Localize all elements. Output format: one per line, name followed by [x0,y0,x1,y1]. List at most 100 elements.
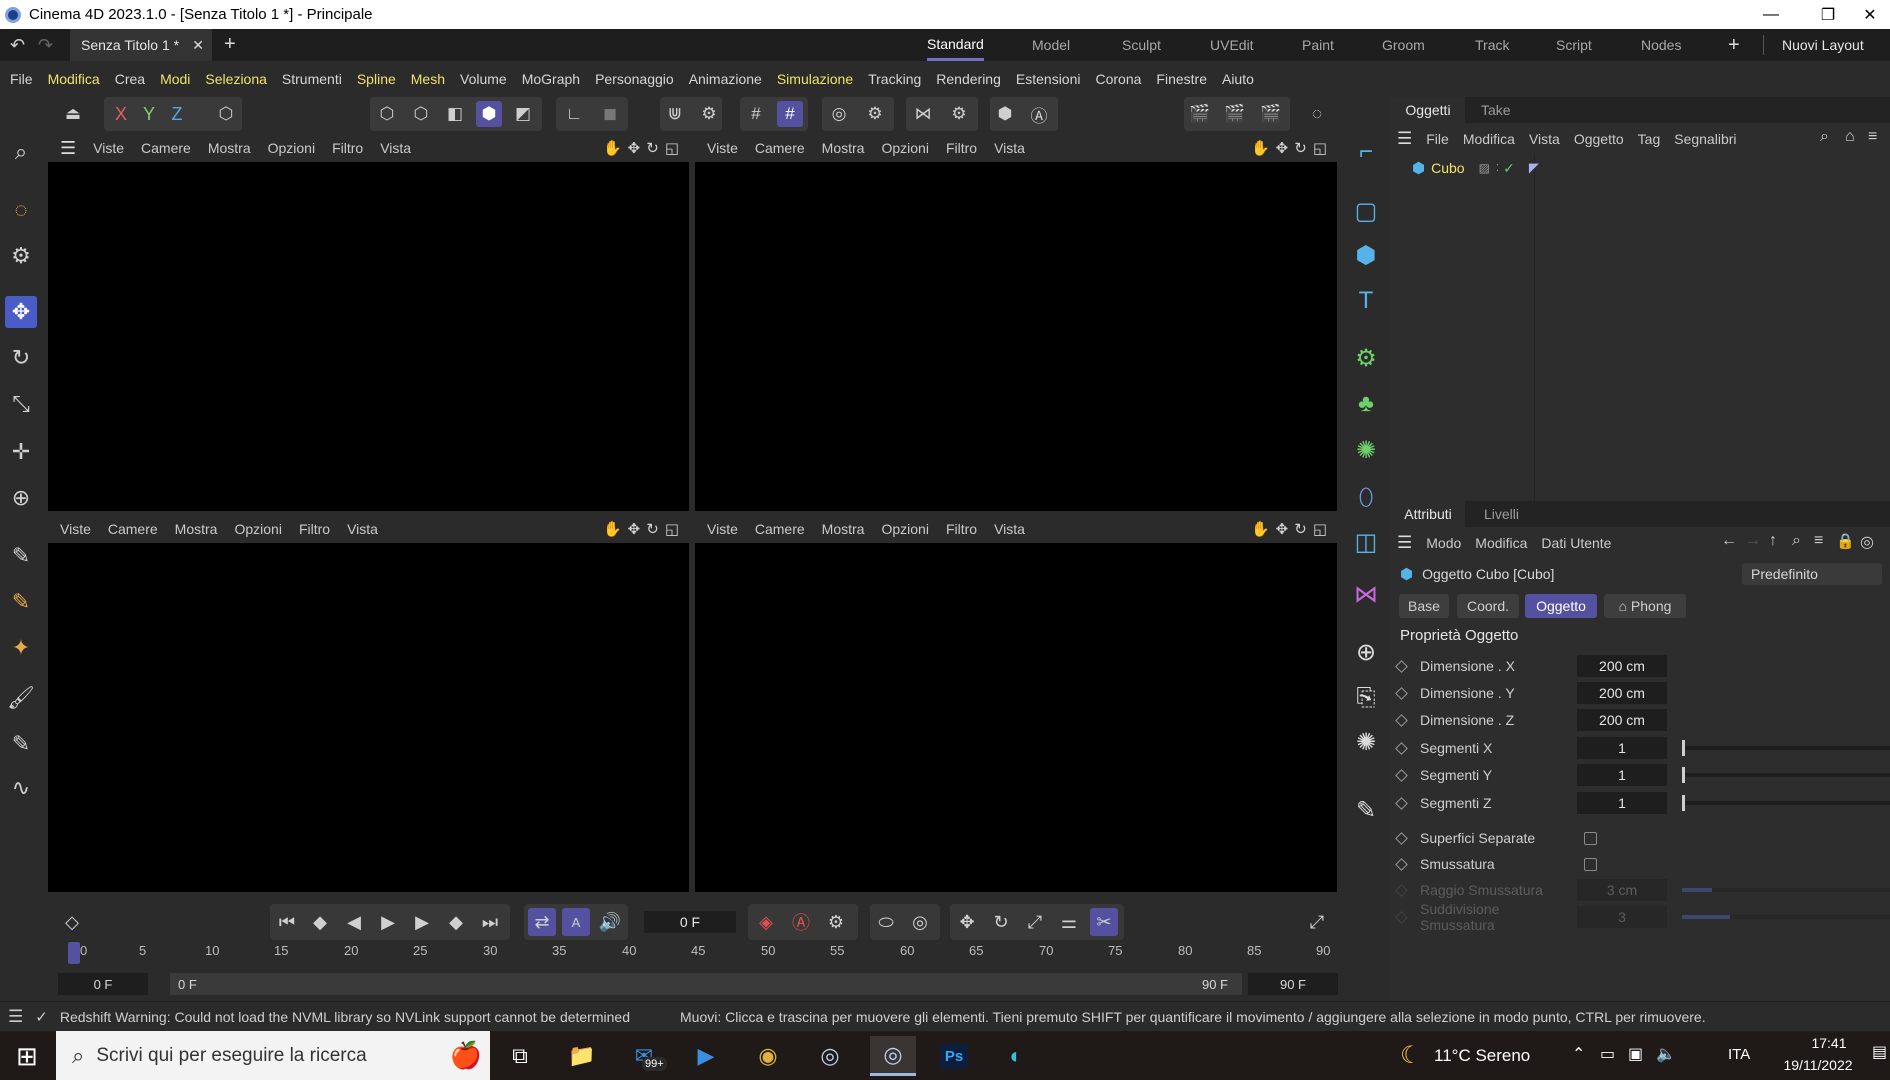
viewport-menu-filtro[interactable]: Filtro [946,140,977,156]
objects-menu-segnalibri[interactable]: Segnalibri [1674,131,1736,147]
segments-x-slider[interactable] [1682,740,1890,756]
keyframe-diamond-icon[interactable] [1395,857,1408,871]
autokey-record-icon[interactable]: Ⓐ [787,908,815,936]
preset-dropdown[interactable]: Predefinito [1742,563,1882,585]
slider-thumb[interactable] [1682,795,1685,811]
menu-personaggio[interactable]: Personaggio [595,71,674,87]
snap-icon[interactable]: # [777,101,803,127]
knife-tool-icon[interactable]: ✎ [5,728,37,760]
segments-z-slider[interactable] [1682,795,1890,811]
polygon-pen-icon[interactable]: ✦ [5,632,37,664]
dimension-x-field[interactable]: 200 cm [1577,655,1667,677]
keyframe-diamond-icon[interactable] [1395,686,1408,700]
effector-icon[interactable]: ✺ [1350,434,1382,466]
move-view-icon[interactable]: ✥ [628,139,641,157]
keyframe-diamond-icon[interactable] [1395,796,1408,810]
viewport-menu-mostra[interactable]: Mostra [822,521,865,537]
segments-y-slider[interactable] [1682,767,1890,783]
attributes-filter-icon[interactable]: ≡ [1814,532,1823,550]
spline-rectangle-icon[interactable]: ▢ [1350,195,1382,227]
generator-icon[interactable]: ⚙ [1350,342,1382,374]
layout-tab-model[interactable]: Model [1032,29,1070,61]
menu-corona[interactable]: Corona [1095,71,1141,87]
viewport-hamburger-icon[interactable]: ☰ [60,138,76,159]
objects-menu-vista[interactable]: Vista [1529,131,1560,147]
layout-tab-groom[interactable]: Groom [1382,29,1425,61]
camera-icon[interactable]: ⎘ [1350,682,1382,714]
viewport-menu-opzioni[interactable]: Opzioni [234,521,281,537]
rotate-tool-icon[interactable]: ↻ [5,342,37,374]
symmetry-settings-icon[interactable]: ⚙ [862,101,888,127]
previous-frame-icon[interactable]: ◀ [340,908,368,936]
render-settings-icon[interactable]: 🎬 [1258,101,1284,127]
slider-thumb[interactable] [1682,767,1685,783]
parameter-key-icon[interactable]: ⚌ [1055,908,1083,936]
end-frame-field[interactable]: 90 F [1248,973,1338,995]
viewport-menu-viste[interactable]: Viste [60,521,91,537]
render-view-icon[interactable]: ⏏ [60,101,86,127]
orbit-icon[interactable]: ↻ [646,139,659,157]
minimize-button[interactable]: — [1748,0,1794,29]
next-key-icon[interactable]: ◆ [442,908,470,936]
current-frame-field[interactable]: 0 F [644,911,736,933]
forward-arrow-icon[interactable]: → [1745,532,1761,550]
subtab-base[interactable]: Base [1399,594,1449,618]
layout-tab-nodes[interactable]: Nodes [1641,29,1681,61]
dimension-z-field[interactable]: 200 cm [1577,709,1667,731]
keyframe-diamond-icon[interactable] [1395,831,1408,845]
segments-z-field[interactable]: 1 [1577,792,1667,814]
key-position-icon[interactable]: ⬭ [872,908,900,936]
model-mode-icon[interactable]: ⬢ [476,101,502,127]
z-axis-lock[interactable]: Z [164,101,190,127]
viewport-menu-vista[interactable]: Vista [380,140,411,156]
preview-range-bar[interactable]: 0 F 90 F [170,973,1242,995]
record-keyframe-icon[interactable]: ◈ [752,908,780,936]
subtab-coord[interactable]: Coord. [1457,594,1519,618]
snap-settings-icon[interactable]: ⚙ [696,101,722,127]
layer-icon[interactable]: ▨ [1479,161,1490,175]
butterfly-icon[interactable]: ⋈ [910,101,936,127]
objects-menu-modifica[interactable]: Modifica [1463,131,1515,147]
grid-icon[interactable]: # [743,101,769,127]
edges-mode-icon[interactable]: ⬡ [408,101,434,127]
shading-icon[interactable]: ⬢ [992,101,1018,127]
viewport-menu-viste[interactable]: Viste [707,521,738,537]
viewport-top-right[interactable] [695,162,1337,511]
uv-mode-icon[interactable]: ◩ [510,101,536,127]
objects-hamburger-icon[interactable]: ☰ [1397,129,1412,149]
dimension-y-field[interactable]: 200 cm [1577,682,1667,704]
menu-modifica[interactable]: Modifica [48,71,100,87]
render-active-view-icon[interactable]: 🎬 [1187,101,1213,127]
maximize-view-icon[interactable]: ◱ [1313,139,1327,157]
cinema4d-running-icon[interactable]: ◎ [870,1036,916,1076]
restore-button[interactable]: ❐ [1805,0,1851,29]
viewport-menu-camere[interactable]: Camere [108,521,158,537]
rotate-key-icon[interactable]: ↻ [987,908,1015,936]
selection-settings-icon[interactable]: ⚙ [5,240,37,272]
separate-surfaces-checkbox[interactable] [1584,831,1597,845]
redo-icon[interactable]: ↷ [38,35,53,56]
menu-tracking[interactable]: Tracking [868,71,921,87]
media-app-icon[interactable]: ▶ [686,1036,726,1076]
x-axis-lock[interactable]: X [108,101,134,127]
start-frame-field[interactable]: 0 F [58,973,148,995]
move-view-icon[interactable]: ✥ [1276,520,1289,538]
loop-icon[interactable]: ⇄ [528,908,556,936]
next-frame-icon[interactable]: ▶ [408,908,436,936]
mograph-cloner-icon[interactable]: ♣ [1350,388,1382,420]
magnet-icon[interactable]: ⋓ [662,101,688,127]
objects-menu-tag[interactable]: Tag [1638,131,1661,147]
tab-livelli[interactable]: Livelli [1484,501,1519,527]
go-to-start-icon[interactable]: ⏮ [273,908,301,936]
spline-pen-icon[interactable]: ✎ [5,540,37,572]
fps-icon[interactable]: A [562,908,590,936]
maximize-view-icon[interactable]: ◱ [665,139,679,157]
render-to-picture-viewer-icon[interactable]: 🎬 [1222,101,1248,127]
close-button[interactable]: ✕ [1850,0,1890,29]
polygons-mode-icon[interactable]: ◧ [442,101,468,127]
attributes-menu-dati-utente[interactable]: Dati Utente [1541,535,1611,551]
objects-home-icon[interactable]: ⌂ [1845,128,1855,146]
menu-seleziona[interactable]: Seleziona [205,71,267,87]
menu-strumenti[interactable]: Strumenti [282,71,342,87]
coordinate-system-icon[interactable]: ⬡ [213,101,239,127]
